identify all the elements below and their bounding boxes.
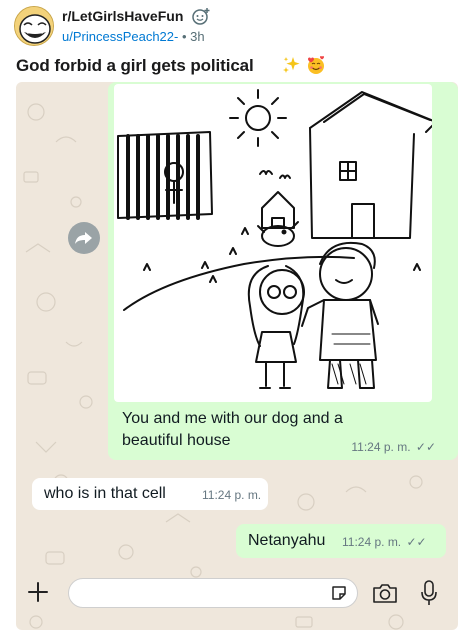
message-input-bar (16, 574, 458, 614)
outgoing-image-message[interactable]: You and me with our dog and a beautiful … (108, 82, 458, 460)
subreddit-name[interactable]: r/LetGirlsHaveFun (62, 8, 183, 24)
subreddit-avatar[interactable] (14, 6, 54, 46)
image-caption: You and me with our dog and a beautiful … (122, 410, 343, 449)
drawing-image[interactable] (114, 84, 432, 402)
post-author[interactable]: u/PrincessPeach22- (62, 29, 178, 44)
message-timestamp: 11:24 p. m. (351, 440, 411, 454)
smiling-face-with-hearts-emoji-icon (308, 55, 324, 74)
message-timestamp: 11:24 p. m. (202, 488, 262, 502)
forward-button[interactable] (68, 222, 100, 254)
read-receipt-icon: ✓✓ (415, 440, 436, 454)
message-meta: 11:24 p. m. ✓✓ (351, 440, 436, 454)
message-text: Netanyahu (248, 532, 326, 549)
read-receipt-icon: ✓✓ (406, 535, 427, 549)
outgoing-message[interactable]: Netanyahu 11:24 p. m. ✓✓ (236, 524, 446, 558)
hand-drawn-sketch-image (117, 89, 432, 389)
trollface-avatar-icon (15, 7, 53, 45)
camera-icon[interactable] (372, 582, 398, 604)
join-subreddit-icon[interactable] (192, 7, 210, 25)
meta-separator: • (181, 29, 187, 44)
incoming-message[interactable]: who is in that cell 11:24 p. m. (32, 478, 268, 510)
post-age: 3h (190, 29, 205, 44)
message-timestamp: 11:24 p. m. (342, 535, 402, 549)
sticker-icon[interactable] (330, 584, 348, 602)
message-input[interactable] (68, 578, 358, 608)
message-meta: 11:24 p. m. ✓✓ (342, 535, 427, 549)
attach-plus-icon[interactable] (26, 580, 50, 604)
post-header: r/LetGirlsHaveFun u/PrincessPeach22- • 3… (0, 0, 474, 82)
post-meta: u/PrincessPeach22- • 3h (62, 29, 205, 44)
sparkles-emoji-icon (283, 57, 300, 73)
forward-arrow-icon (75, 232, 92, 244)
post-title[interactable]: God forbid a girl gets political (16, 56, 254, 76)
chat-screenshot: You and me with our dog and a beautiful … (16, 82, 458, 630)
microphone-icon[interactable] (420, 580, 438, 606)
message-text: who is in that cell (44, 485, 166, 502)
